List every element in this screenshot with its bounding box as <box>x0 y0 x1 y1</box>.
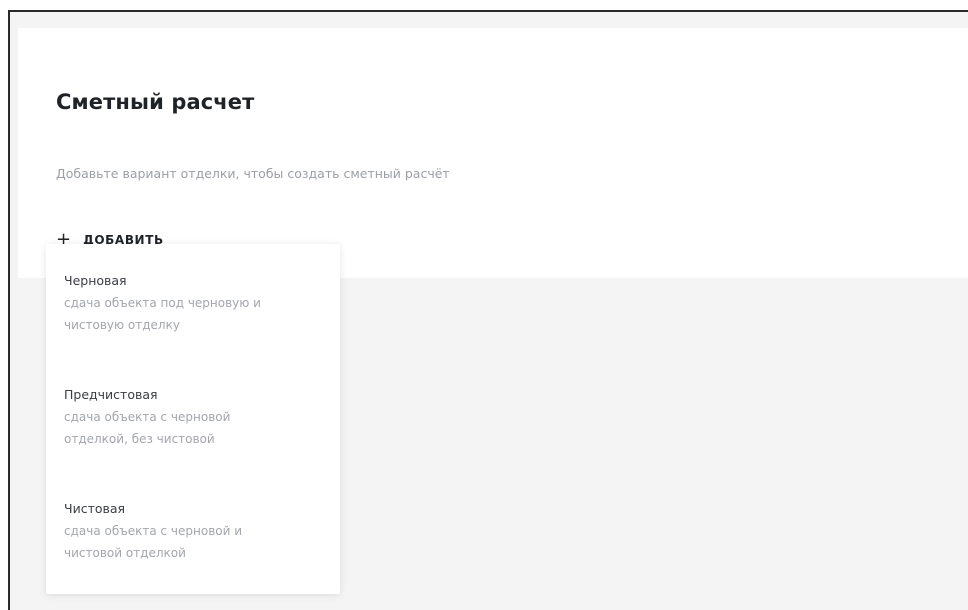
option-description-line: сдача объекта под черновую и <box>64 296 261 310</box>
dropdown-option-chistovaya[interactable]: Чистовая сдача объекта с черновой и чист… <box>64 498 322 564</box>
option-title: Чистовая <box>64 501 126 516</box>
page-title: Сметный расчет <box>56 90 255 114</box>
option-title: Черновая <box>64 273 127 288</box>
finish-variant-dropdown: Черновая сдача объекта под черновую и чи… <box>46 244 340 594</box>
option-description-line: чистовой отделкой <box>64 546 186 560</box>
dropdown-option-predchistovaya[interactable]: Предчистовая сдача объекта с черновой от… <box>64 384 322 450</box>
dropdown-option-chernovaya[interactable]: Черновая сдача объекта под черновую и чи… <box>64 270 322 336</box>
page-frame: Сметный расчет Добавьте вариант отделки,… <box>8 10 968 610</box>
estimate-card: Сметный расчет Добавьте вариант отделки,… <box>18 28 968 278</box>
option-description-line: сдача объекта с черновой и <box>64 524 243 538</box>
empty-state-hint: Добавьте вариант отделки, чтобы создать … <box>56 166 450 181</box>
option-description-line: сдача объекта с черновой <box>64 410 231 424</box>
option-description-line: чистовую отделку <box>64 318 180 332</box>
option-description-line: отделкой, без чистовой <box>64 432 215 446</box>
option-title: Предчистовая <box>64 387 158 402</box>
